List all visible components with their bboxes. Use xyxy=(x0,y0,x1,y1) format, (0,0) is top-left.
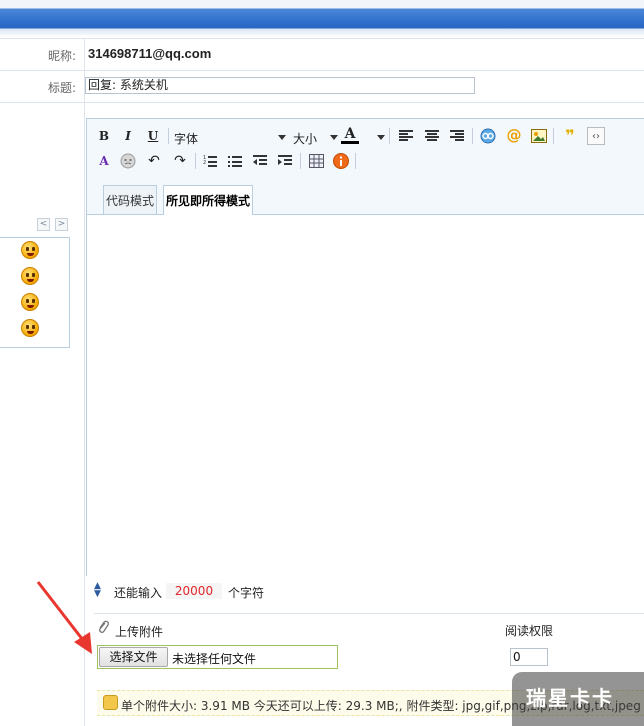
underline-button[interactable]: U xyxy=(144,127,162,145)
smiley-next-button[interactable]: > xyxy=(55,218,68,231)
italic-button[interactable]: I xyxy=(119,127,137,145)
divider xyxy=(0,38,644,39)
image-icon[interactable] xyxy=(530,127,548,145)
email-at-icon[interactable]: @ xyxy=(505,126,523,144)
editor-toolbar: B I U 字体 大小 A @ ❞ ‹› A ↶ ↷ 1 2 xyxy=(87,119,644,193)
tab-wysiwyg-mode[interactable]: 所见即所得模式 xyxy=(163,185,254,215)
smiley-panel xyxy=(0,237,70,348)
link-icon[interactable] xyxy=(479,127,497,145)
font-family-select[interactable]: 字体 xyxy=(174,130,198,147)
no-file-text: 未选择任何文件 xyxy=(172,652,257,666)
align-right-icon[interactable] xyxy=(448,127,466,145)
table-icon[interactable] xyxy=(307,152,325,170)
smiley-grin-icon[interactable] xyxy=(21,293,39,311)
remaining-chars-count: 20000 xyxy=(166,583,222,599)
top-blue-bar xyxy=(0,0,644,37)
outdent-icon[interactable] xyxy=(251,152,269,170)
toolbar-separator xyxy=(472,128,473,144)
redo-icon[interactable]: ↷ xyxy=(171,152,189,170)
notice-icon xyxy=(103,695,118,710)
watermark-text: 瑞星卡卡 xyxy=(526,686,614,710)
smiley-cry-icon[interactable] xyxy=(21,267,39,285)
smiley-prev-button[interactable]: < xyxy=(37,218,50,231)
rich-text-editor: B I U 字体 大小 A @ ❞ ‹› A ↶ ↷ 1 2 代码模式 所见即所… xyxy=(86,118,644,576)
toolbar-separator xyxy=(553,128,554,144)
subject-label: 标题: xyxy=(47,81,76,95)
smiley-shy-icon[interactable] xyxy=(21,241,39,259)
smiley-icon[interactable] xyxy=(119,152,137,170)
attachment-label: 上传附件 xyxy=(115,625,164,639)
file-upload-field[interactable]: 选择文件 未选择任何文件 xyxy=(97,645,338,669)
chevron-down-icon[interactable] xyxy=(278,135,286,140)
read-permission-label: 阅读权限 xyxy=(505,624,554,638)
read-permission-input[interactable]: 0 xyxy=(510,648,548,666)
quote-icon[interactable]: ❞ xyxy=(561,126,579,145)
annotation-arrow-icon xyxy=(36,581,92,654)
ordered-list-icon[interactable]: 12 xyxy=(201,152,219,170)
font-color-button[interactable]: A xyxy=(341,126,359,144)
unordered-list-icon[interactable] xyxy=(226,152,244,170)
svg-text:2: 2 xyxy=(203,160,206,166)
font-size-select[interactable]: 大小 xyxy=(293,130,317,147)
code-icon[interactable]: ‹› xyxy=(587,127,605,145)
undo-icon[interactable]: ↶ xyxy=(145,152,163,170)
nickname-label: 昵称: xyxy=(47,49,76,63)
smiley-shock-icon[interactable] xyxy=(21,319,39,337)
remaining-chars-suffix: 个字符 xyxy=(228,586,265,600)
editor-content-area[interactable] xyxy=(87,216,644,576)
bold-button[interactable]: B xyxy=(95,127,113,145)
choose-file-button[interactable]: 选择文件 xyxy=(99,647,168,667)
divider xyxy=(0,70,644,71)
chevron-down-icon[interactable] xyxy=(330,135,338,140)
divider xyxy=(94,613,644,614)
toolbar-separator xyxy=(195,153,196,169)
nickname-value: 314698711@qq.com xyxy=(88,46,212,61)
toolbar-separator xyxy=(355,153,356,169)
tab-code-mode[interactable]: 代码模式 xyxy=(103,185,158,214)
chevron-down-icon[interactable] xyxy=(377,135,385,140)
subject-input[interactable]: 回复: 系统关机 xyxy=(85,77,475,94)
toolbar-separator xyxy=(168,128,169,144)
paperclip-icon xyxy=(97,620,109,639)
info-icon[interactable] xyxy=(332,152,350,170)
divider xyxy=(0,102,644,103)
toolbar-separator xyxy=(389,128,390,144)
toolbar-separator xyxy=(300,153,301,169)
align-left-icon[interactable] xyxy=(397,127,415,145)
align-center-icon[interactable] xyxy=(423,127,441,145)
remaining-chars-prefix: 还能输入 xyxy=(114,586,163,600)
clear-format-icon[interactable]: A xyxy=(95,152,113,170)
indent-icon[interactable] xyxy=(276,152,294,170)
